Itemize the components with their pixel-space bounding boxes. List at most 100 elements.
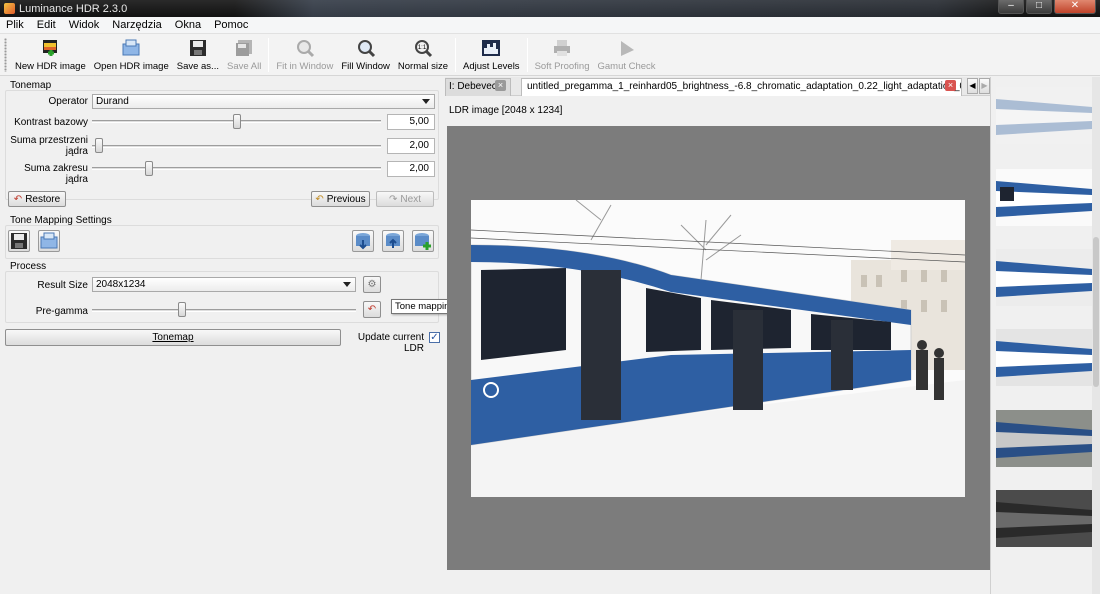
param-label: Suma zakresu jądra [24, 163, 88, 185]
toolbar-separator [526, 38, 528, 72]
load-settings-button[interactable] [38, 230, 60, 252]
range-kernel-slider[interactable] [92, 167, 381, 170]
result-size-options-button[interactable]: ⚙ [363, 276, 381, 293]
menu-narzedzia[interactable]: Narzędzia [106, 19, 169, 31]
tab-scroll-right-icon[interactable]: ▶ [979, 78, 990, 94]
thumbnail-image [996, 169, 1092, 226]
preview-thumbnails [990, 77, 1100, 594]
save-disk-icon [189, 40, 206, 56]
gamut-check-button[interactable]: Gamut Check [593, 34, 659, 72]
toolbar-separator [268, 38, 270, 72]
db-export-button[interactable] [352, 230, 374, 252]
main-toolbar: New HDR image Open HDR image Save as... … [0, 34, 1100, 76]
thumbnail-image [996, 329, 1092, 386]
close-window-button[interactable]: ✕ [1054, 0, 1096, 14]
preview-thumbnail[interactable] [996, 410, 1092, 467]
menu-edit[interactable]: Edit [31, 19, 63, 31]
new-hdr-button[interactable]: New HDR image [11, 34, 90, 72]
soft-proofing-button[interactable]: Soft Proofing [531, 34, 594, 72]
db-import-button[interactable] [382, 230, 404, 252]
toolbar-separator [455, 38, 457, 72]
chevron-down-icon [422, 99, 430, 104]
image-tab-bar: I: Debevec × untitled_pregamma_1_reinhar… [445, 77, 990, 96]
tab-close-icon[interactable]: × [495, 80, 506, 91]
param-label: Suma przestrzeni jądra [10, 135, 88, 157]
menu-plik[interactable]: Plik [0, 19, 31, 31]
spatial-kernel-slider-handle[interactable] [95, 138, 103, 153]
tonemapped-photo [471, 200, 965, 497]
operator-select[interactable]: Durand [92, 94, 435, 109]
update-ldr-checkbox[interactable]: ✓ [429, 332, 440, 343]
next-button[interactable]: ↷ Next [376, 191, 434, 207]
menu-okna[interactable]: Okna [169, 19, 208, 31]
toolbar-grip[interactable] [4, 38, 7, 72]
previous-button[interactable]: ↶ Previous [311, 191, 370, 207]
pregamma-slider[interactable] [92, 309, 356, 312]
thumbnail-image [996, 249, 1092, 306]
minimize-button[interactable]: – [998, 0, 1024, 14]
preview-thumbnail[interactable] [996, 87, 1092, 144]
window-title: Luminance HDR 2.3.0 [19, 2, 128, 15]
save-all-button[interactable]: Save All [223, 34, 265, 72]
spatial-kernel-slider[interactable] [92, 145, 381, 148]
restore-button[interactable]: ↶ Restore [8, 191, 66, 207]
next-arrow-icon: ↷ [389, 193, 398, 205]
operator-label: Operator [48, 96, 88, 107]
tab-scroll-left-icon[interactable]: ◀ [967, 78, 978, 94]
save-as-button[interactable]: Save as... [173, 34, 223, 72]
update-ldr-label: Update current LDR [357, 332, 424, 354]
menu-widok[interactable]: Widok [63, 19, 107, 31]
preview-thumbnail[interactable] [996, 490, 1092, 547]
db-add-button[interactable] [412, 230, 434, 252]
background-window-ghost [235, 0, 1015, 17]
gear-icon: ⚙ [367, 279, 377, 290]
fill-window-button[interactable]: Fill Window [337, 34, 394, 72]
fit-window-button[interactable]: Fit in Window [272, 34, 337, 72]
open-hdr-icon [122, 39, 140, 56]
maximize-button[interactable]: □ [1026, 0, 1052, 14]
range-kernel-input[interactable]: 2,00 [387, 161, 435, 177]
scrollbar-thumb[interactable] [1093, 237, 1099, 387]
thumbnail-image [996, 87, 1092, 144]
preview-thumbnail[interactable] [996, 169, 1092, 226]
save-settings-button[interactable] [8, 230, 30, 252]
undo-arrow-icon: ↶ [367, 304, 377, 315]
adjust-levels-button[interactable]: Adjust Levels [459, 34, 524, 72]
pregamma-label: Pre-gamma [35, 306, 88, 317]
undo-arrow-icon: ↶ [13, 193, 23, 205]
image-info: LDR image [2048 x 1234] [445, 97, 990, 125]
open-hdr-button[interactable]: Open HDR image [90, 34, 173, 72]
range-kernel-slider-handle[interactable] [145, 161, 153, 176]
svg-text:1:1: 1:1 [418, 45, 427, 51]
normal-size-button[interactable]: 1:1 Normal size [394, 34, 452, 72]
database-down-icon [356, 233, 370, 250]
database-add-icon [415, 233, 431, 250]
levels-histogram-icon [482, 40, 501, 56]
gamut-triangle-icon [620, 41, 634, 56]
pregamma-reset-button[interactable]: ↶ [363, 301, 381, 318]
result-size-label: Result Size [37, 280, 88, 291]
menu-bar: Plik Edit Widok Narzędzia Okna Pomoc [0, 17, 1100, 34]
pregamma-slider-handle[interactable] [178, 302, 186, 317]
preview-thumbnail[interactable] [996, 249, 1092, 306]
contrast-input[interactable]: 5,00 [387, 114, 435, 130]
image-viewer[interactable] [447, 126, 990, 570]
printer-icon [554, 40, 571, 56]
thumbnail-image [996, 410, 1092, 467]
thumbnails-scrollbar[interactable] [1092, 77, 1100, 594]
contrast-slider-handle[interactable] [233, 114, 241, 129]
tab-tonemapped-image[interactable]: untitled_pregamma_1_reinhard05_brightnes… [521, 78, 962, 96]
tab-close-icon[interactable]: × [945, 80, 956, 91]
chevron-down-icon [343, 282, 351, 287]
app-logo-icon [4, 3, 15, 14]
menu-pomoc[interactable]: Pomoc [208, 19, 255, 31]
previous-arrow-icon: ↶ [315, 193, 324, 205]
image-info-text: LDR image [2048 x 1234] [449, 105, 563, 116]
tonemap-button[interactable]: Tonemap [5, 329, 341, 346]
preview-thumbnail[interactable] [996, 329, 1092, 386]
result-size-select[interactable]: 2048x1234 [92, 277, 356, 292]
spatial-kernel-input[interactable]: 2,00 [387, 138, 435, 154]
tram-photo [471, 200, 965, 497]
zoom-normal-icon: 1:1 [414, 40, 433, 58]
zoom-fit-icon [296, 40, 314, 58]
